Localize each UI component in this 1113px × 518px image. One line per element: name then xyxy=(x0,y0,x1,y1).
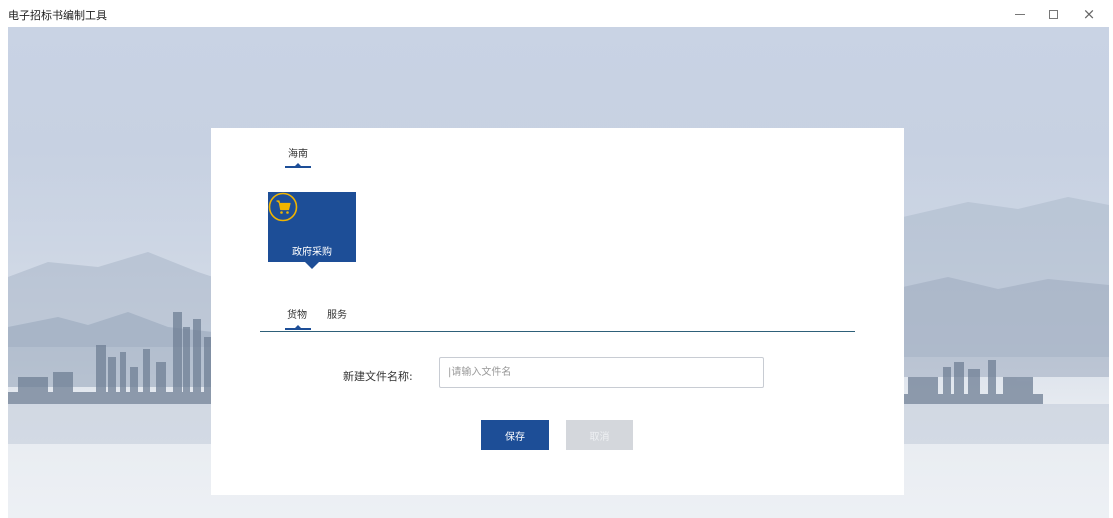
subtab-caret xyxy=(295,325,301,328)
file-name-label: 新建文件名称: xyxy=(343,370,413,383)
shopping-cart-icon xyxy=(268,192,298,222)
tab-region-hainan[interactable]: 海南 xyxy=(288,145,308,160)
category-tile-government-procurement[interactable]: 政府采购 xyxy=(268,192,356,269)
save-button[interactable]: 保存 xyxy=(481,420,549,450)
tab-divider xyxy=(260,331,855,332)
tile-pointer-arrow xyxy=(305,262,319,269)
subtab-underline xyxy=(285,328,311,330)
new-file-dialog: 海南 政府采购 货物 服务 新建文件名称: 保存 取消 xyxy=(211,128,904,495)
region-tab-underline xyxy=(285,166,311,168)
title-bar: 电子招标书编制工具 × xyxy=(0,0,1113,27)
close-button[interactable]: × xyxy=(1069,2,1109,26)
tab-goods[interactable]: 货物 xyxy=(287,306,307,321)
file-name-field[interactable] xyxy=(439,357,764,388)
maximize-button[interactable] xyxy=(1033,2,1073,26)
category-label: 政府采购 xyxy=(292,247,332,258)
file-name-input[interactable] xyxy=(440,358,748,387)
maximize-icon xyxy=(1048,9,1058,19)
tab-service[interactable]: 服务 xyxy=(327,306,347,321)
minimize-icon xyxy=(1015,13,1025,15)
region-tab-caret xyxy=(295,163,301,166)
close-icon: × xyxy=(1082,5,1096,23)
cancel-button[interactable]: 取消 xyxy=(566,420,633,450)
background-scene: 海南 政府采购 货物 服务 新建文件名称: 保存 取消 xyxy=(8,27,1109,518)
app-title: 电子招标书编制工具 xyxy=(8,9,107,22)
